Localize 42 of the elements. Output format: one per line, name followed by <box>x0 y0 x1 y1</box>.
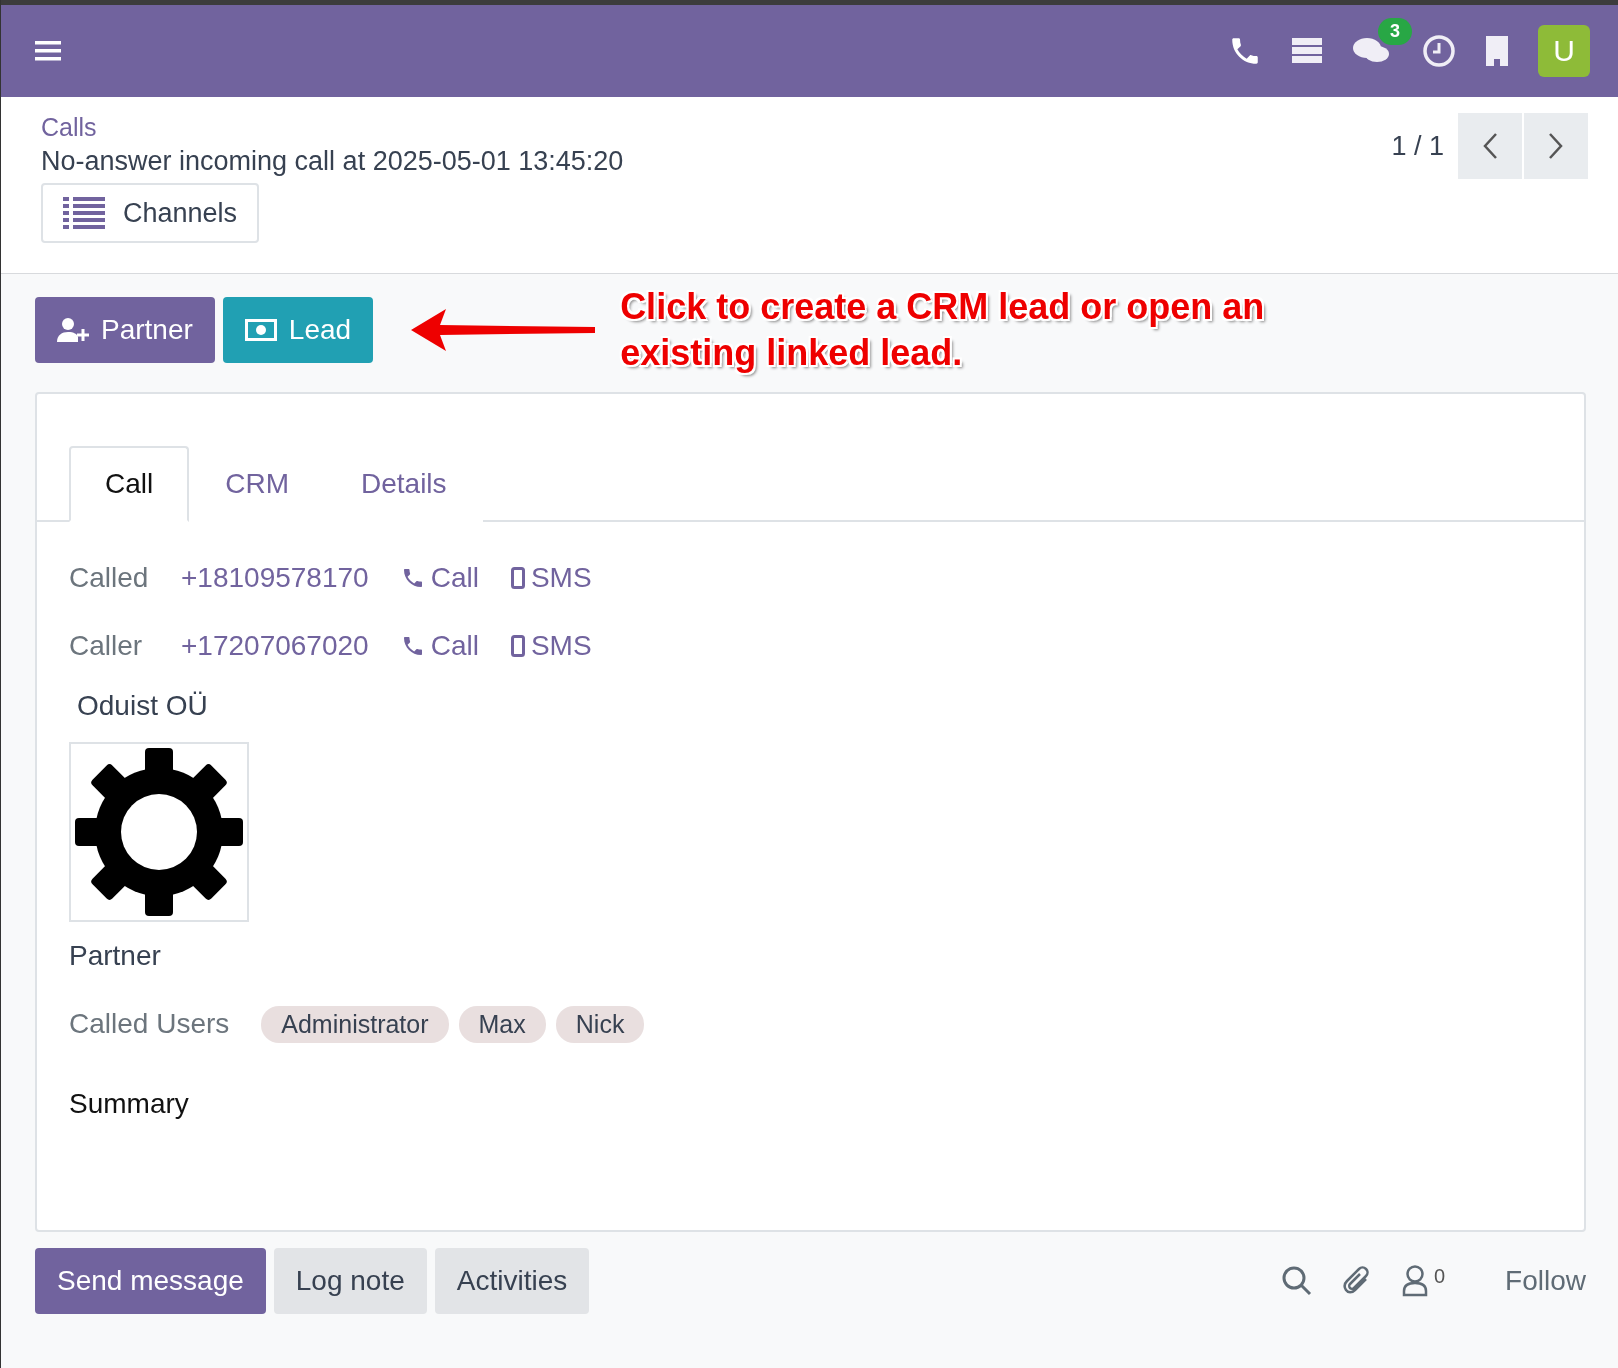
chevron-left-icon <box>1482 132 1498 160</box>
list-icon <box>63 197 105 229</box>
field-label: Called Users <box>69 1008 230 1040</box>
clock-icon[interactable] <box>1422 34 1456 68</box>
mobile-phone-icon <box>510 567 525 589</box>
pager-value: 1 / 1 <box>1391 131 1444 162</box>
server-icon[interactable] <box>1292 38 1322 64</box>
breadcrumb-link[interactable]: Calls <box>41 113 97 142</box>
search-icon[interactable] <box>1281 1266 1312 1296</box>
chevron-right-icon <box>1548 132 1564 160</box>
chatter-tab[interactable]: Activities <box>434 1248 590 1314</box>
follow-button[interactable]: Follow <box>1505 1265 1586 1297</box>
field-label: Partner <box>69 940 161 972</box>
menu-icon[interactable] <box>35 40 61 62</box>
notification-badge: 3 <box>1378 18 1412 45</box>
building-icon[interactable] <box>1486 36 1508 66</box>
user-tag: Max <box>458 1005 546 1043</box>
call-link[interactable]: Call <box>400 630 479 662</box>
followers-count: 0 <box>1433 1265 1446 1288</box>
call-link[interactable]: Call <box>400 562 479 594</box>
sms-link[interactable]: SMS <box>510 562 592 594</box>
phone-link[interactable]: +17207067020 <box>181 630 369 662</box>
user-tag: Administrator <box>261 1005 449 1043</box>
add-user-icon <box>57 317 89 343</box>
annotation-text: Click to create a CRM lead or open an existing linked lead. <box>620 285 1266 375</box>
mobile-phone-icon <box>510 635 525 657</box>
channels-button[interactable]: Channels <box>41 183 260 243</box>
company-name: Oduist OÜ <box>77 690 208 722</box>
lead-button[interactable]: Lead <box>222 297 374 363</box>
followers-icon[interactable] <box>1401 1265 1428 1297</box>
field-label: Caller <box>69 630 144 662</box>
partner-button[interactable]: Partner <box>35 297 215 363</box>
user-tag: Nick <box>555 1005 645 1043</box>
field-label: Called <box>69 562 149 594</box>
tab[interactable]: Call <box>69 446 190 522</box>
sms-link[interactable]: SMS <box>510 630 592 662</box>
phone-link[interactable]: +18109578170 <box>181 562 369 594</box>
money-icon <box>244 319 277 341</box>
record-title: No-answer incoming call at 2025-05-01 13:45:20 <box>41 146 624 177</box>
summary-label: Summary <box>69 1088 189 1120</box>
chatter-tab[interactable]: Log note <box>273 1248 427 1314</box>
chatter-tab[interactable]: Send message <box>35 1248 266 1314</box>
